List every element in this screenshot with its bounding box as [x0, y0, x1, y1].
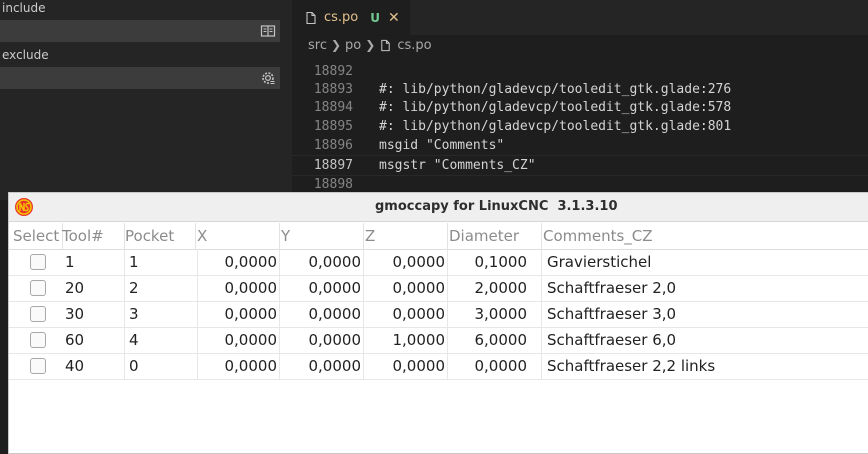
select-checkbox[interactable] [30, 358, 46, 374]
line-number: 18895 [313, 119, 353, 134]
git-status-badge: U [370, 10, 381, 25]
select-checkbox[interactable] [30, 332, 46, 348]
column-header-diameter[interactable]: Diameter [449, 223, 542, 249]
tool-number[interactable]: 40 [65, 353, 125, 379]
select-checkbox[interactable] [30, 280, 46, 296]
code-line[interactable]: 18892 [292, 62, 868, 81]
tool-comment[interactable]: Schaftfraeser 2,2 links [547, 353, 843, 379]
breadcrumb-item[interactable]: cs.po [397, 38, 431, 53]
x-offset[interactable]: 0,0000 [197, 327, 280, 353]
line-text: #: lib/python/gladevcp/tooledit_gtk.glad… [379, 82, 732, 97]
tool-number[interactable]: 20 [65, 275, 125, 301]
line-text: msgid "Comments" [379, 138, 505, 153]
breadcrumb: src ❯ po ❯ cs.po [308, 37, 432, 53]
search-panel: include exclude [0, 0, 292, 200]
y-offset[interactable]: 0,0000 [281, 249, 364, 275]
table-row[interactable]: 20 2 0,0000 0,0000 0,0000 2,0000 Schaftf… [9, 275, 868, 302]
pocket-number[interactable]: 0 [129, 353, 198, 379]
line-text: #: lib/python/gladevcp/tooledit_gtk.glad… [379, 100, 732, 115]
diameter[interactable]: 0,1000 [449, 249, 542, 275]
linuxcnc-logo-icon [15, 198, 33, 216]
code-line[interactable]: 18893 #: lib/python/gladevcp/tooledit_gt… [292, 80, 868, 99]
x-offset[interactable]: 0,0000 [197, 249, 280, 275]
tool-number[interactable]: 1 [65, 249, 125, 275]
pocket-number[interactable]: 1 [129, 249, 198, 275]
column-header-pocket[interactable]: Pocket [125, 223, 196, 249]
z-offset[interactable]: 0,0000 [365, 301, 448, 327]
code-editor: cs.po U ✕ src ❯ po ❯ cs.po 18892 18893 #… [292, 0, 868, 200]
column-header-select[interactable]: Select [13, 223, 63, 249]
tool-number[interactable]: 60 [65, 327, 125, 353]
code-line[interactable]: 18895 #: lib/python/gladevcp/tooledit_gt… [292, 117, 868, 136]
column-header-z[interactable]: Z [365, 223, 448, 249]
book-icon[interactable] [260, 23, 276, 39]
code-line[interactable]: 18894 #: lib/python/gladevcp/tooledit_gt… [292, 98, 868, 117]
line-number: 18892 [313, 64, 353, 79]
line-number: 18897 [313, 158, 353, 173]
y-offset[interactable]: 0,0000 [281, 275, 364, 301]
tool-comment[interactable]: Schaftfraeser 2,0 [547, 275, 843, 301]
y-offset[interactable]: 0,0000 [281, 327, 364, 353]
y-offset[interactable]: 0,0000 [281, 301, 364, 327]
column-header-comment[interactable]: Comments_CZ [543, 223, 843, 249]
select-checkbox[interactable] [30, 306, 46, 322]
z-offset[interactable]: 0,0000 [365, 275, 448, 301]
column-header-tool[interactable]: Tool# [62, 223, 125, 249]
window-title: gmoccapy for LinuxCNC 3.1.3.10 [375, 199, 618, 214]
line-text: msgstr "Comments_CZ" [379, 158, 536, 173]
include-label: include [2, 1, 46, 15]
gear-settings-icon[interactable] [260, 70, 276, 86]
table-row[interactable]: 60 4 0,0000 0,0000 1,0000 6,0000 Schaftf… [9, 327, 868, 354]
pocket-number[interactable]: 3 [129, 301, 198, 327]
table-row[interactable]: 30 3 0,0000 0,0000 0,0000 3,0000 Schaftf… [9, 301, 868, 328]
pocket-number[interactable]: 4 [129, 327, 198, 353]
diameter[interactable]: 6,0000 [449, 327, 542, 353]
line-text: #: lib/python/gladevcp/tooledit_gtk.glad… [379, 119, 732, 134]
z-offset[interactable]: 0,0000 [365, 249, 448, 275]
code-line[interactable]: 18896 msgid "Comments" [292, 136, 868, 155]
tab-label: cs.po [324, 10, 359, 25]
chevron-right-icon: ❯ [330, 38, 342, 52]
select-checkbox[interactable] [30, 254, 46, 270]
tool-comment[interactable]: Schaftfraeser 6,0 [547, 327, 843, 353]
tool-number[interactable]: 30 [65, 301, 125, 327]
file-icon [381, 39, 391, 51]
tool-editor-window: gmoccapy for LinuxCNC 3.1.3.10 Select To… [8, 192, 868, 454]
close-icon[interactable]: ✕ [388, 10, 400, 26]
breadcrumb-item[interactable]: src [308, 38, 327, 53]
z-offset[interactable]: 1,0000 [365, 327, 448, 353]
table-row[interactable]: 40 0 0,0000 0,0000 0,0000 0,0000 Schaftf… [9, 353, 868, 380]
file-icon [306, 11, 316, 24]
line-number: 18896 [313, 138, 353, 153]
y-offset[interactable]: 0,0000 [281, 353, 364, 379]
code-line-current[interactable]: 18897 msgstr "Comments_CZ" [292, 155, 868, 176]
diameter[interactable]: 3,0000 [449, 301, 542, 327]
tool-comment[interactable]: Schaftfraeser 3,0 [547, 301, 843, 327]
tab-cs-po[interactable]: cs.po U ✕ [292, 0, 410, 35]
column-header-x[interactable]: X [197, 223, 280, 249]
line-number: 18894 [313, 100, 353, 115]
breadcrumb-item[interactable]: po [345, 38, 361, 53]
diameter[interactable]: 0,0000 [449, 353, 542, 379]
exclude-field[interactable] [0, 67, 280, 89]
z-offset[interactable]: 0,0000 [365, 353, 448, 379]
table-row[interactable]: 1 1 0,0000 0,0000 0,0000 0,1000 Graviers… [9, 249, 868, 276]
include-field[interactable] [0, 20, 280, 42]
x-offset[interactable]: 0,0000 [197, 301, 280, 327]
chevron-right-icon: ❯ [365, 38, 376, 52]
x-offset[interactable]: 0,0000 [197, 275, 280, 301]
tab-bar: cs.po U ✕ [292, 0, 868, 35]
exclude-label: exclude [2, 48, 49, 62]
table-header: Select Tool# Pocket X Y Z Diameter Comme… [9, 223, 868, 250]
line-number: 18893 [313, 82, 353, 97]
tool-comment[interactable]: Gravierstichel [547, 249, 843, 275]
column-header-y[interactable]: Y [281, 223, 364, 249]
x-offset[interactable]: 0,0000 [197, 353, 280, 379]
pocket-number[interactable]: 2 [129, 275, 198, 301]
diameter[interactable]: 2,0000 [449, 275, 542, 301]
window-titlebar[interactable]: gmoccapy for LinuxCNC 3.1.3.10 [9, 193, 868, 222]
